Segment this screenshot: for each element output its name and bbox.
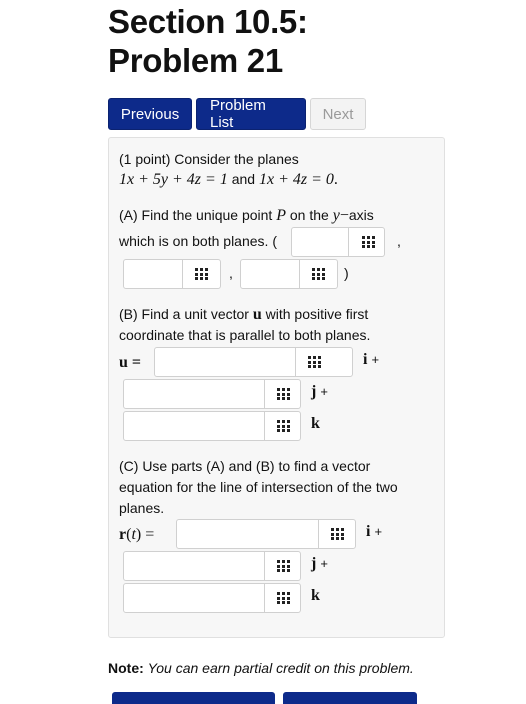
answer-b-k-input[interactable] bbox=[124, 412, 276, 440]
comma-1: , bbox=[397, 233, 401, 249]
grid-icon[interactable] bbox=[312, 268, 326, 280]
i-suffix: i + bbox=[363, 351, 380, 368]
page-title-problem: Problem 21 bbox=[108, 42, 283, 79]
answer-b-i-input[interactable] bbox=[155, 348, 307, 376]
previous-button[interactable]: Previous bbox=[108, 98, 192, 130]
page-title-section: Section 10.5: bbox=[108, 3, 308, 40]
answer-c-i-input[interactable] bbox=[177, 520, 330, 548]
answer-a-x-box bbox=[291, 227, 385, 257]
answer-b-j-input[interactable] bbox=[124, 380, 276, 408]
answer-a-z-box bbox=[240, 259, 338, 289]
part-a-text-4: which is on both planes. ( bbox=[119, 233, 277, 249]
u-equals-label: u = bbox=[119, 354, 142, 371]
answer-b-j-box bbox=[123, 379, 301, 409]
answer-a-z-input[interactable] bbox=[241, 260, 311, 288]
part-b-line-1: (B) Find a unit vector u with positive f… bbox=[119, 304, 368, 325]
note-text: You can earn partial credit on this prob… bbox=[147, 660, 414, 676]
grid-icon[interactable] bbox=[362, 236, 376, 248]
answer-a-y-input[interactable] bbox=[124, 260, 194, 288]
grid-icon[interactable] bbox=[277, 388, 291, 400]
u-symbol: u bbox=[252, 306, 262, 323]
j-suffix-c: j + bbox=[311, 555, 328, 572]
problem-list-button[interactable]: Problem List bbox=[196, 97, 306, 131]
answer-c-j-box bbox=[123, 551, 301, 581]
y-symbol: y bbox=[332, 207, 340, 224]
grid-icon[interactable] bbox=[277, 420, 291, 432]
part-a-line-1: (A) Find the unique point P on the y−axi… bbox=[119, 207, 374, 224]
check-answers-button[interactable] bbox=[283, 692, 417, 704]
i-suffix-c: i + bbox=[366, 523, 383, 540]
part-a-text-1: (A) Find the unique point bbox=[119, 207, 273, 223]
problem-nav: Previous Problem List Next bbox=[108, 97, 366, 131]
answer-c-k-box bbox=[123, 583, 301, 613]
answer-c-k-input[interactable] bbox=[124, 584, 276, 612]
grid-icon[interactable] bbox=[277, 592, 291, 604]
grid-icon[interactable] bbox=[331, 528, 345, 540]
page-title: Section 10.5: Problem 21 bbox=[108, 2, 308, 80]
part-c-text-3: planes. bbox=[119, 500, 165, 516]
answer-b-k-box bbox=[123, 411, 301, 441]
grid-icon[interactable] bbox=[277, 560, 291, 572]
plane-2-equation: 1x + 4z = 0 bbox=[258, 171, 334, 188]
answer-c-j-input[interactable] bbox=[124, 552, 276, 580]
j-suffix: j + bbox=[311, 383, 328, 400]
problem-panel: (1 point) Consider the planes 1x + 5y + … bbox=[108, 137, 445, 638]
grid-icon[interactable] bbox=[195, 268, 209, 280]
k-suffix-c: k bbox=[311, 587, 320, 604]
partial-credit-note: Note: You can earn partial credit on thi… bbox=[108, 660, 414, 676]
plane-1-equation: 1x + 5y + 4z = 1 bbox=[119, 171, 228, 188]
part-b-text-3: coordinate that is parallel to both plan… bbox=[119, 327, 371, 343]
part-a-text-3: axis bbox=[348, 207, 374, 223]
comma-2: , bbox=[229, 265, 233, 281]
answer-a-y-box bbox=[123, 259, 221, 289]
problem-intro: (1 point) Consider the planes bbox=[119, 151, 299, 167]
grid-icon[interactable] bbox=[308, 356, 322, 368]
part-c-text-2: equation for the line of intersection of… bbox=[119, 479, 398, 495]
part-a-text-2: on the bbox=[289, 207, 329, 223]
part-b-text-1: (B) Find a unit vector bbox=[119, 306, 249, 322]
and-text: and bbox=[231, 171, 256, 187]
planes-equations: 1x + 5y + 4z = 1 and 1x + 4z = 0. bbox=[119, 171, 338, 188]
answer-c-i-box bbox=[176, 519, 356, 549]
note-label: Note: bbox=[108, 660, 144, 676]
part-b-text-2: with positive first bbox=[265, 306, 369, 322]
answer-a-x-input[interactable] bbox=[292, 228, 360, 256]
close-paren: ) bbox=[344, 265, 349, 281]
point-p-symbol: P bbox=[276, 207, 286, 224]
next-button: Next bbox=[310, 98, 366, 130]
answer-b-i-box bbox=[154, 347, 353, 377]
k-suffix: k bbox=[311, 415, 320, 432]
submit-answers-button[interactable] bbox=[112, 692, 275, 704]
r-of-t-label: r(t) = bbox=[119, 526, 155, 543]
part-c-text-1: (C) Use parts (A) and (B) to find a vect… bbox=[119, 458, 371, 474]
